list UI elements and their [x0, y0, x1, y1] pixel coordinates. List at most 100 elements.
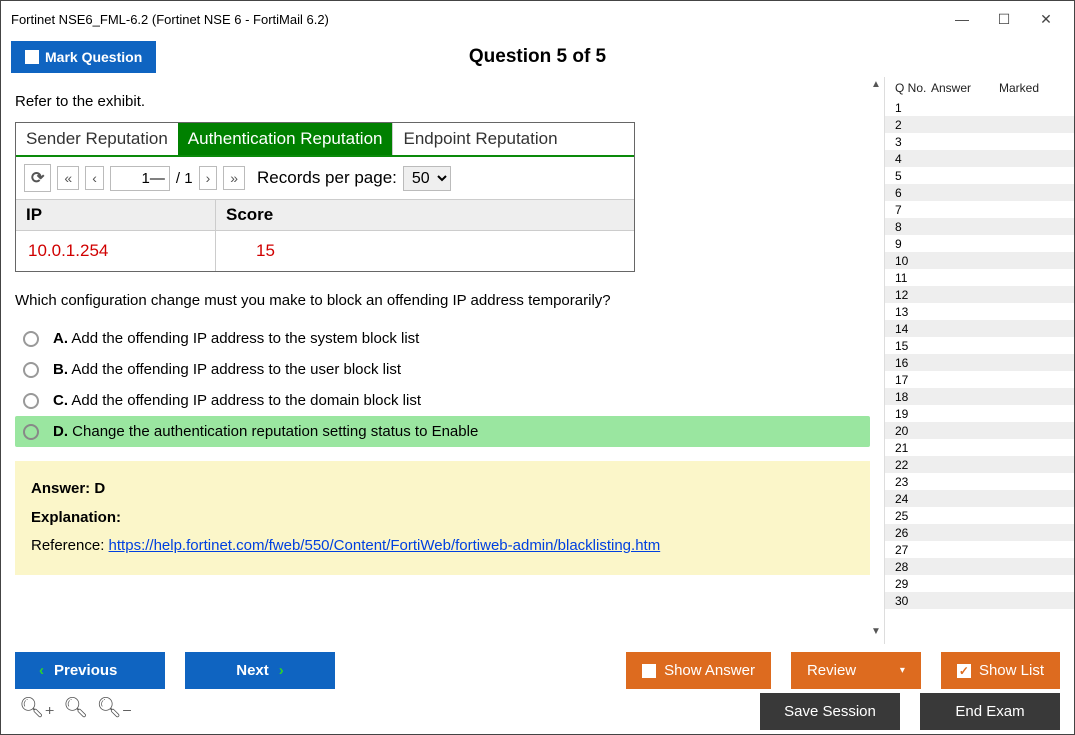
choice-text: B. Add the offending IP address to the u… — [53, 361, 401, 378]
records-label: Records per page: — [257, 168, 397, 188]
qno-cell: 8 — [885, 220, 921, 234]
tab-sender-reputation[interactable]: Sender Reputation — [16, 123, 178, 155]
show-answer-button[interactable]: Show Answer — [626, 652, 771, 689]
list-item[interactable]: 4 — [885, 150, 1074, 167]
list-item[interactable]: 18 — [885, 388, 1074, 405]
radio-icon — [23, 393, 39, 409]
list-item[interactable]: 24 — [885, 490, 1074, 507]
question-prompt: Which configuration change must you make… — [15, 292, 870, 309]
table-row: 10.0.1.254 15 — [16, 231, 634, 271]
list-item[interactable]: 9 — [885, 235, 1074, 252]
window-controls: — ☐ ✕ — [944, 7, 1064, 31]
list-item[interactable]: 26 — [885, 524, 1074, 541]
review-button[interactable]: Review ▾ — [791, 652, 921, 689]
maximize-button[interactable]: ☐ — [986, 7, 1022, 31]
qno-cell: 27 — [885, 543, 921, 557]
bottom-toolbar: ‹ Previous Next › Show Answer Review ▾ S… — [1, 644, 1074, 693]
tab-endpoint-reputation[interactable]: Endpoint Reputation — [392, 123, 567, 155]
qno-cell: 4 — [885, 152, 921, 166]
scroll-down-icon[interactable]: ▼ — [868, 626, 884, 642]
minimize-button[interactable]: — — [944, 7, 980, 31]
first-page-icon[interactable]: « — [57, 166, 79, 190]
list-item[interactable]: 16 — [885, 354, 1074, 371]
question-counter: Question 5 of 5 — [469, 46, 606, 68]
reference-link[interactable]: https://help.fortinet.com/fweb/550/Conte… — [109, 537, 661, 554]
qno-cell: 2 — [885, 118, 921, 132]
main-panel: ▲ Refer to the exhibit. Sender Reputatio… — [1, 77, 884, 644]
choice-text: A. Add the offending IP address to the s… — [53, 330, 419, 347]
list-item[interactable]: 7 — [885, 201, 1074, 218]
qno-cell: 6 — [885, 186, 921, 200]
zoom-in-icon[interactable]: 🔍︎₊ — [19, 695, 55, 720]
list-item[interactable]: 1 — [885, 99, 1074, 116]
next-page-icon[interactable]: › — [199, 166, 218, 190]
exhibit-panel: Sender Reputation Authentication Reputat… — [15, 122, 635, 272]
list-item[interactable]: 8 — [885, 218, 1074, 235]
list-item[interactable]: 23 — [885, 473, 1074, 490]
list-item[interactable]: 29 — [885, 575, 1074, 592]
checkbox-icon — [25, 50, 39, 64]
mark-label: Mark Question — [45, 49, 142, 65]
list-item[interactable]: 13 — [885, 303, 1074, 320]
list-item[interactable]: 21 — [885, 439, 1074, 456]
list-item[interactable]: 17 — [885, 371, 1074, 388]
col-answer: Answer — [931, 81, 999, 95]
qno-cell: 15 — [885, 339, 921, 353]
chevron-down-icon: ▾ — [900, 665, 905, 676]
exhibit-table-header: IP Score — [16, 200, 634, 231]
tab-authentication-reputation[interactable]: Authentication Reputation — [178, 123, 393, 155]
list-item[interactable]: 25 — [885, 507, 1074, 524]
choice-a[interactable]: A. Add the offending IP address to the s… — [15, 323, 870, 354]
list-item[interactable]: 10 — [885, 252, 1074, 269]
refresh-icon[interactable]: ⟳ — [24, 164, 51, 192]
qno-cell: 26 — [885, 526, 921, 540]
mark-question-button[interactable]: Mark Question — [11, 41, 156, 73]
list-item[interactable]: 12 — [885, 286, 1074, 303]
choice-b[interactable]: B. Add the offending IP address to the u… — [15, 354, 870, 385]
list-item[interactable]: 3 — [885, 133, 1074, 150]
side-header: Q No. Answer Marked — [885, 77, 1074, 99]
records-per-page-select[interactable]: 50 — [403, 166, 451, 191]
list-item[interactable]: 30 — [885, 592, 1074, 609]
end-exam-button[interactable]: End Exam — [920, 693, 1060, 730]
choice-d[interactable]: D. Change the authentication reputation … — [15, 416, 870, 447]
previous-button[interactable]: ‹ Previous — [15, 652, 165, 689]
list-item[interactable]: 20 — [885, 422, 1074, 439]
reference-line: Reference: https://help.fortinet.com/fwe… — [31, 532, 854, 561]
close-button[interactable]: ✕ — [1028, 7, 1064, 31]
qno-cell: 21 — [885, 441, 921, 455]
scroll-up-icon[interactable]: ▲ — [868, 79, 884, 95]
qno-cell: 22 — [885, 458, 921, 472]
list-item[interactable]: 19 — [885, 405, 1074, 422]
save-session-button[interactable]: Save Session — [760, 693, 900, 730]
qno-cell: 25 — [885, 509, 921, 523]
col-ip: IP — [16, 200, 216, 230]
list-item[interactable]: 15 — [885, 337, 1074, 354]
qno-cell: 23 — [885, 475, 921, 489]
page-total: / 1 — [176, 170, 193, 187]
side-list[interactable]: 1234567891011121314151617181920212223242… — [885, 99, 1074, 644]
choice-c[interactable]: C. Add the offending IP address to the d… — [15, 385, 870, 416]
top-toolbar: Mark Question Question 5 of 5 — [1, 37, 1074, 77]
qno-cell: 13 — [885, 305, 921, 319]
list-item[interactable]: 6 — [885, 184, 1074, 201]
next-button[interactable]: Next › — [185, 652, 335, 689]
list-item[interactable]: 5 — [885, 167, 1074, 184]
zoom-out-icon[interactable]: 🔍︎₋ — [96, 695, 132, 720]
exhibit-toolbar: ⟳ « ‹ / 1 › » Records per page: 50 — [16, 157, 634, 200]
show-list-button[interactable]: Show List — [941, 652, 1060, 689]
qno-cell: 9 — [885, 237, 921, 251]
list-item[interactable]: 27 — [885, 541, 1074, 558]
list-item[interactable]: 28 — [885, 558, 1074, 575]
list-item[interactable]: 11 — [885, 269, 1074, 286]
qno-cell: 17 — [885, 373, 921, 387]
zoom-reset-icon[interactable]: 🔍︎ — [63, 695, 88, 720]
answer-panel: Answer: D Explanation: Reference: https:… — [15, 461, 870, 575]
last-page-icon[interactable]: » — [223, 166, 245, 190]
list-item[interactable]: 14 — [885, 320, 1074, 337]
list-item[interactable]: 2 — [885, 116, 1074, 133]
page-input[interactable] — [110, 166, 170, 191]
prev-page-icon[interactable]: ‹ — [85, 166, 104, 190]
list-item[interactable]: 22 — [885, 456, 1074, 473]
cell-score: 15 — [216, 231, 634, 271]
